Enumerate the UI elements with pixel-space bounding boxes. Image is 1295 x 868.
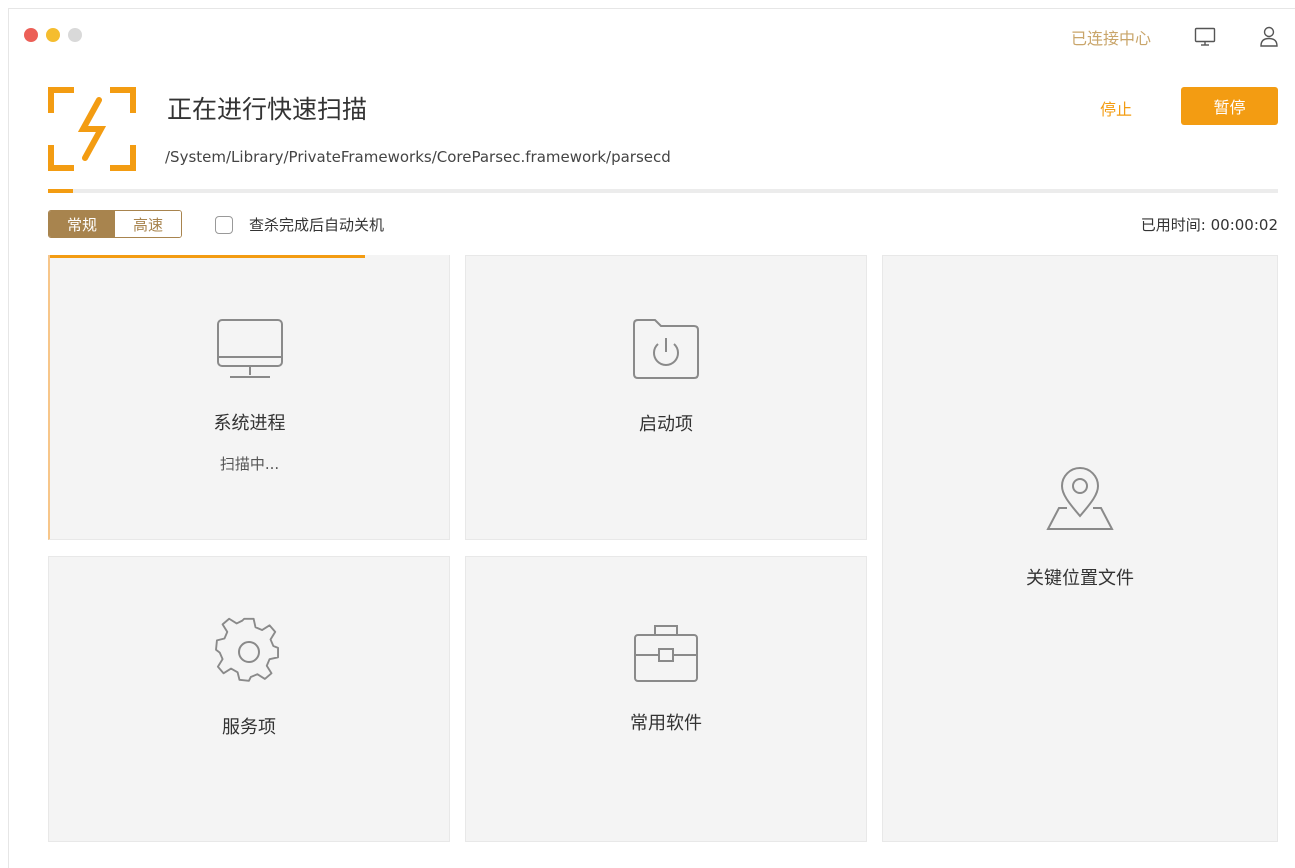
- minimize-window-button[interactable]: [46, 28, 60, 42]
- stop-button[interactable]: 停止: [1100, 96, 1132, 120]
- card-status-system-process: 扫描中...: [219, 455, 280, 473]
- elapsed-time-value: 00:00:02: [1210, 216, 1278, 234]
- card-label-system-process: 系统进程: [213, 413, 286, 434]
- current-scan-path: /System/Library/PrivateFrameworks/CorePa…: [165, 148, 671, 166]
- auto-shutdown-checkbox[interactable]: [215, 215, 233, 234]
- card-system-process[interactable]: 系统进程 扫描中...: [48, 255, 450, 540]
- card-label-startup: 启动项: [639, 414, 693, 435]
- zoom-window-button[interactable]: [68, 28, 82, 42]
- topbar-actions: 已连接中心: [1071, 25, 1281, 49]
- card-key-location[interactable]: 关键位置文件: [882, 255, 1278, 842]
- mode-normal-button[interactable]: 常规: [49, 211, 115, 237]
- system-process-progress: [50, 255, 366, 258]
- briefcase-icon: [631, 621, 701, 685]
- card-label-service: 服务项: [222, 717, 276, 738]
- user-icon[interactable]: [1257, 25, 1281, 49]
- card-service[interactable]: 服务项: [48, 556, 450, 842]
- card-label-software: 常用软件: [630, 713, 702, 734]
- auto-shutdown-option[interactable]: 查杀完成后自动关机: [215, 214, 384, 235]
- elapsed-time: 已用时间: 00:00:02: [1141, 214, 1278, 235]
- startup-folder-icon: [631, 316, 701, 382]
- card-startup[interactable]: 启动项: [465, 255, 867, 540]
- elapsed-time-label: 已用时间:: [1140, 216, 1206, 234]
- gear-icon: [214, 617, 284, 687]
- auto-shutdown-label: 查杀完成后自动关机: [249, 216, 385, 234]
- quick-scan-logo-icon: [47, 84, 137, 174]
- location-map-icon: [1045, 466, 1115, 532]
- card-software[interactable]: 常用软件: [465, 556, 867, 842]
- card-label-key-location: 关键位置文件: [1026, 568, 1134, 589]
- pause-button[interactable]: 暂停: [1181, 87, 1278, 125]
- scan-progress-fill: [48, 189, 73, 193]
- monitor-icon[interactable]: [1193, 25, 1217, 49]
- mode-fast-button[interactable]: 高速: [115, 211, 181, 237]
- close-window-button[interactable]: [24, 28, 38, 42]
- scan-mode-toggle: 常规 高速: [48, 210, 182, 238]
- scan-title: 正在进行快速扫描: [167, 95, 368, 124]
- monitor-icon: [214, 317, 286, 383]
- connected-center-link[interactable]: 已连接中心: [1071, 25, 1151, 49]
- scan-progress-bar: [48, 189, 1278, 193]
- window-controls: [24, 28, 82, 42]
